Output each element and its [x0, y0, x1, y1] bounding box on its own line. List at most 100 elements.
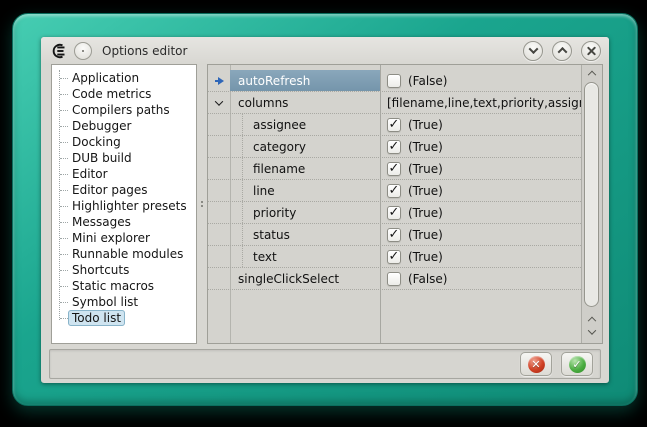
scroll-up-icon[interactable] [582, 315, 602, 321]
scroll-down-icon[interactable] [582, 329, 602, 335]
grid-row-singleClickSelect[interactable]: singleClickSelect ✓ (False) [208, 268, 581, 290]
sidebar-tree: ApplicationCode metricsCompilers pathsDe… [52, 65, 196, 326]
vertical-scrollbar[interactable] [581, 65, 602, 343]
window-title: Options editor [102, 44, 187, 58]
sidebar-item-label: Todo list [68, 310, 125, 326]
value-label: (True) [408, 250, 443, 264]
sidebar-item-label: Docking [72, 135, 121, 149]
sidebar-item-label: Application [72, 71, 139, 85]
checkbox-category[interactable]: ✓ [387, 140, 401, 154]
property-value[interactable]: ✓ (True) [380, 114, 581, 135]
sidebar-item-shortcuts[interactable]: Shortcuts [52, 262, 196, 278]
grid-row-line[interactable]: line✓(True) [208, 180, 581, 202]
titlebar-buttons [523, 41, 601, 61]
sidebar-item-application[interactable]: Application [52, 70, 196, 86]
property-name: text [230, 246, 380, 267]
minimize-button[interactable] [523, 41, 543, 61]
row-gutter [208, 202, 230, 223]
checkbox-singleClickSelect[interactable]: ✓ [387, 272, 401, 286]
chevron-up-icon [557, 47, 567, 57]
options-editor-window: Options editor ApplicationCode metricsCo… [12, 13, 638, 406]
chevron-down-icon [528, 44, 538, 54]
window-body: Options editor ApplicationCode metricsCo… [41, 37, 609, 383]
property-value[interactable]: ✓(True) [380, 180, 581, 201]
row-gutter [208, 246, 230, 267]
grid-row-priority[interactable]: priority ✓ (True) [208, 202, 581, 224]
row-gutter [208, 114, 230, 135]
close-button[interactable] [581, 41, 601, 61]
grid-row-filename[interactable]: filename ✓ (True) [208, 158, 581, 180]
row-gutter [208, 224, 230, 245]
property-value[interactable]: ✓ (True) [380, 136, 581, 157]
row-gutter [208, 158, 230, 179]
sidebar-item-symbol-list[interactable]: Symbol list [52, 294, 196, 310]
scrollbar-thumb[interactable] [584, 82, 599, 307]
checkbox-line[interactable]: ✓ [387, 184, 401, 198]
arrow-right-icon[interactable] [208, 70, 230, 91]
sidebar-item-highlighter-presets[interactable]: Highlighter presets [52, 198, 196, 214]
property-name: singleClickSelect [230, 268, 380, 289]
property-name: columns [230, 92, 380, 113]
grid-row-assignee[interactable]: assignee✓(True) [208, 114, 581, 136]
property-name: priority [230, 202, 380, 223]
value-label: (True) [408, 162, 443, 176]
checkbox-priority[interactable]: ✓ [387, 206, 401, 220]
sidebar-item-static-macros[interactable]: Static macros [52, 278, 196, 294]
scroll-up-icon[interactable] [582, 69, 602, 75]
property-value[interactable]: ✓ (True) [380, 158, 581, 179]
cancel-button[interactable]: ✕ [520, 352, 552, 376]
checkbox-assignee[interactable]: ✓ [387, 118, 401, 132]
grid-row-autoRefresh[interactable]: autoRefresh✓(False) [208, 70, 581, 92]
checkbox-text[interactable]: ✓ [387, 250, 401, 264]
window-menu-button[interactable] [74, 42, 92, 60]
sidebar-item-label: Shortcuts [72, 263, 129, 277]
sidebar-item-messages[interactable]: Messages [52, 214, 196, 230]
value-label: (True) [408, 140, 443, 154]
sidebar-item-docking[interactable]: Docking [52, 134, 196, 150]
property-value[interactable]: ✓(False) [380, 70, 581, 91]
screenshot-background: Options editor ApplicationCode metricsCo… [0, 0, 647, 427]
checkbox-status[interactable]: ✓ [387, 228, 401, 242]
sidebar-item-editor-pages[interactable]: Editor pages [52, 182, 196, 198]
sidebar-item-label: Editor pages [72, 183, 148, 197]
sidebar-item-mini-explorer[interactable]: Mini explorer [52, 230, 196, 246]
close-icon [586, 45, 597, 56]
maximize-button[interactable] [552, 41, 572, 61]
property-value[interactable]: ✓ (True) [380, 246, 581, 267]
value-text: [filename,line,text,priority,assigne [387, 96, 581, 110]
sidebar-item-todo-list[interactable]: Todo list [52, 310, 196, 326]
sidebar-item-runnable-modules[interactable]: Runnable modules [52, 246, 196, 262]
titlebar[interactable]: Options editor [41, 37, 609, 64]
property-name: line [230, 180, 380, 201]
checkbox-filename[interactable]: ✓ [387, 162, 401, 176]
sidebar-item-compilers-paths[interactable]: Compilers paths [52, 102, 196, 118]
row-gutter [208, 180, 230, 201]
property-value[interactable]: ✓(True) [380, 224, 581, 245]
checkbox-autoRefresh[interactable]: ✓ [387, 74, 401, 88]
chevron-down-icon[interactable] [208, 92, 230, 113]
row-gutter [208, 268, 230, 289]
value-label: (True) [408, 118, 443, 132]
grid-row-columns[interactable]: columns [filename,line,text,priority,assi… [208, 92, 581, 114]
grid-row-text[interactable]: text ✓ (True) [208, 246, 581, 268]
property-grid: autoRefresh✓(False)columns[filename,line… [207, 64, 603, 344]
grid-row-category[interactable]: category✓(True) [208, 136, 581, 158]
sidebar-item-dub-build[interactable]: DUB build [52, 150, 196, 166]
property-value[interactable]: [filename,line,text,priority,assigne [380, 92, 581, 113]
value-label: (True) [408, 206, 443, 220]
sidebar-item-label: Static macros [72, 279, 154, 293]
grid-row-status[interactable]: status✓(True) [208, 224, 581, 246]
sidebar-item-label: DUB build [72, 151, 132, 165]
ok-button[interactable]: ✓ [561, 352, 593, 376]
categories-panel: ApplicationCode metricsCompilers pathsDe… [51, 64, 197, 344]
panel-splitter[interactable] [197, 64, 207, 344]
property-value[interactable]: ✓ (False) [380, 268, 581, 289]
sidebar-item-code-metrics[interactable]: Code metrics [52, 86, 196, 102]
sidebar-item-debugger[interactable]: Debugger [52, 118, 196, 134]
property-name: filename [230, 158, 380, 179]
cancel-x-icon: ✕ [528, 356, 545, 373]
value-label: (False) [408, 272, 448, 286]
property-name: autoRefresh [230, 70, 380, 91]
property-value[interactable]: ✓ (True) [380, 202, 581, 223]
sidebar-item-editor[interactable]: Editor [52, 166, 196, 182]
